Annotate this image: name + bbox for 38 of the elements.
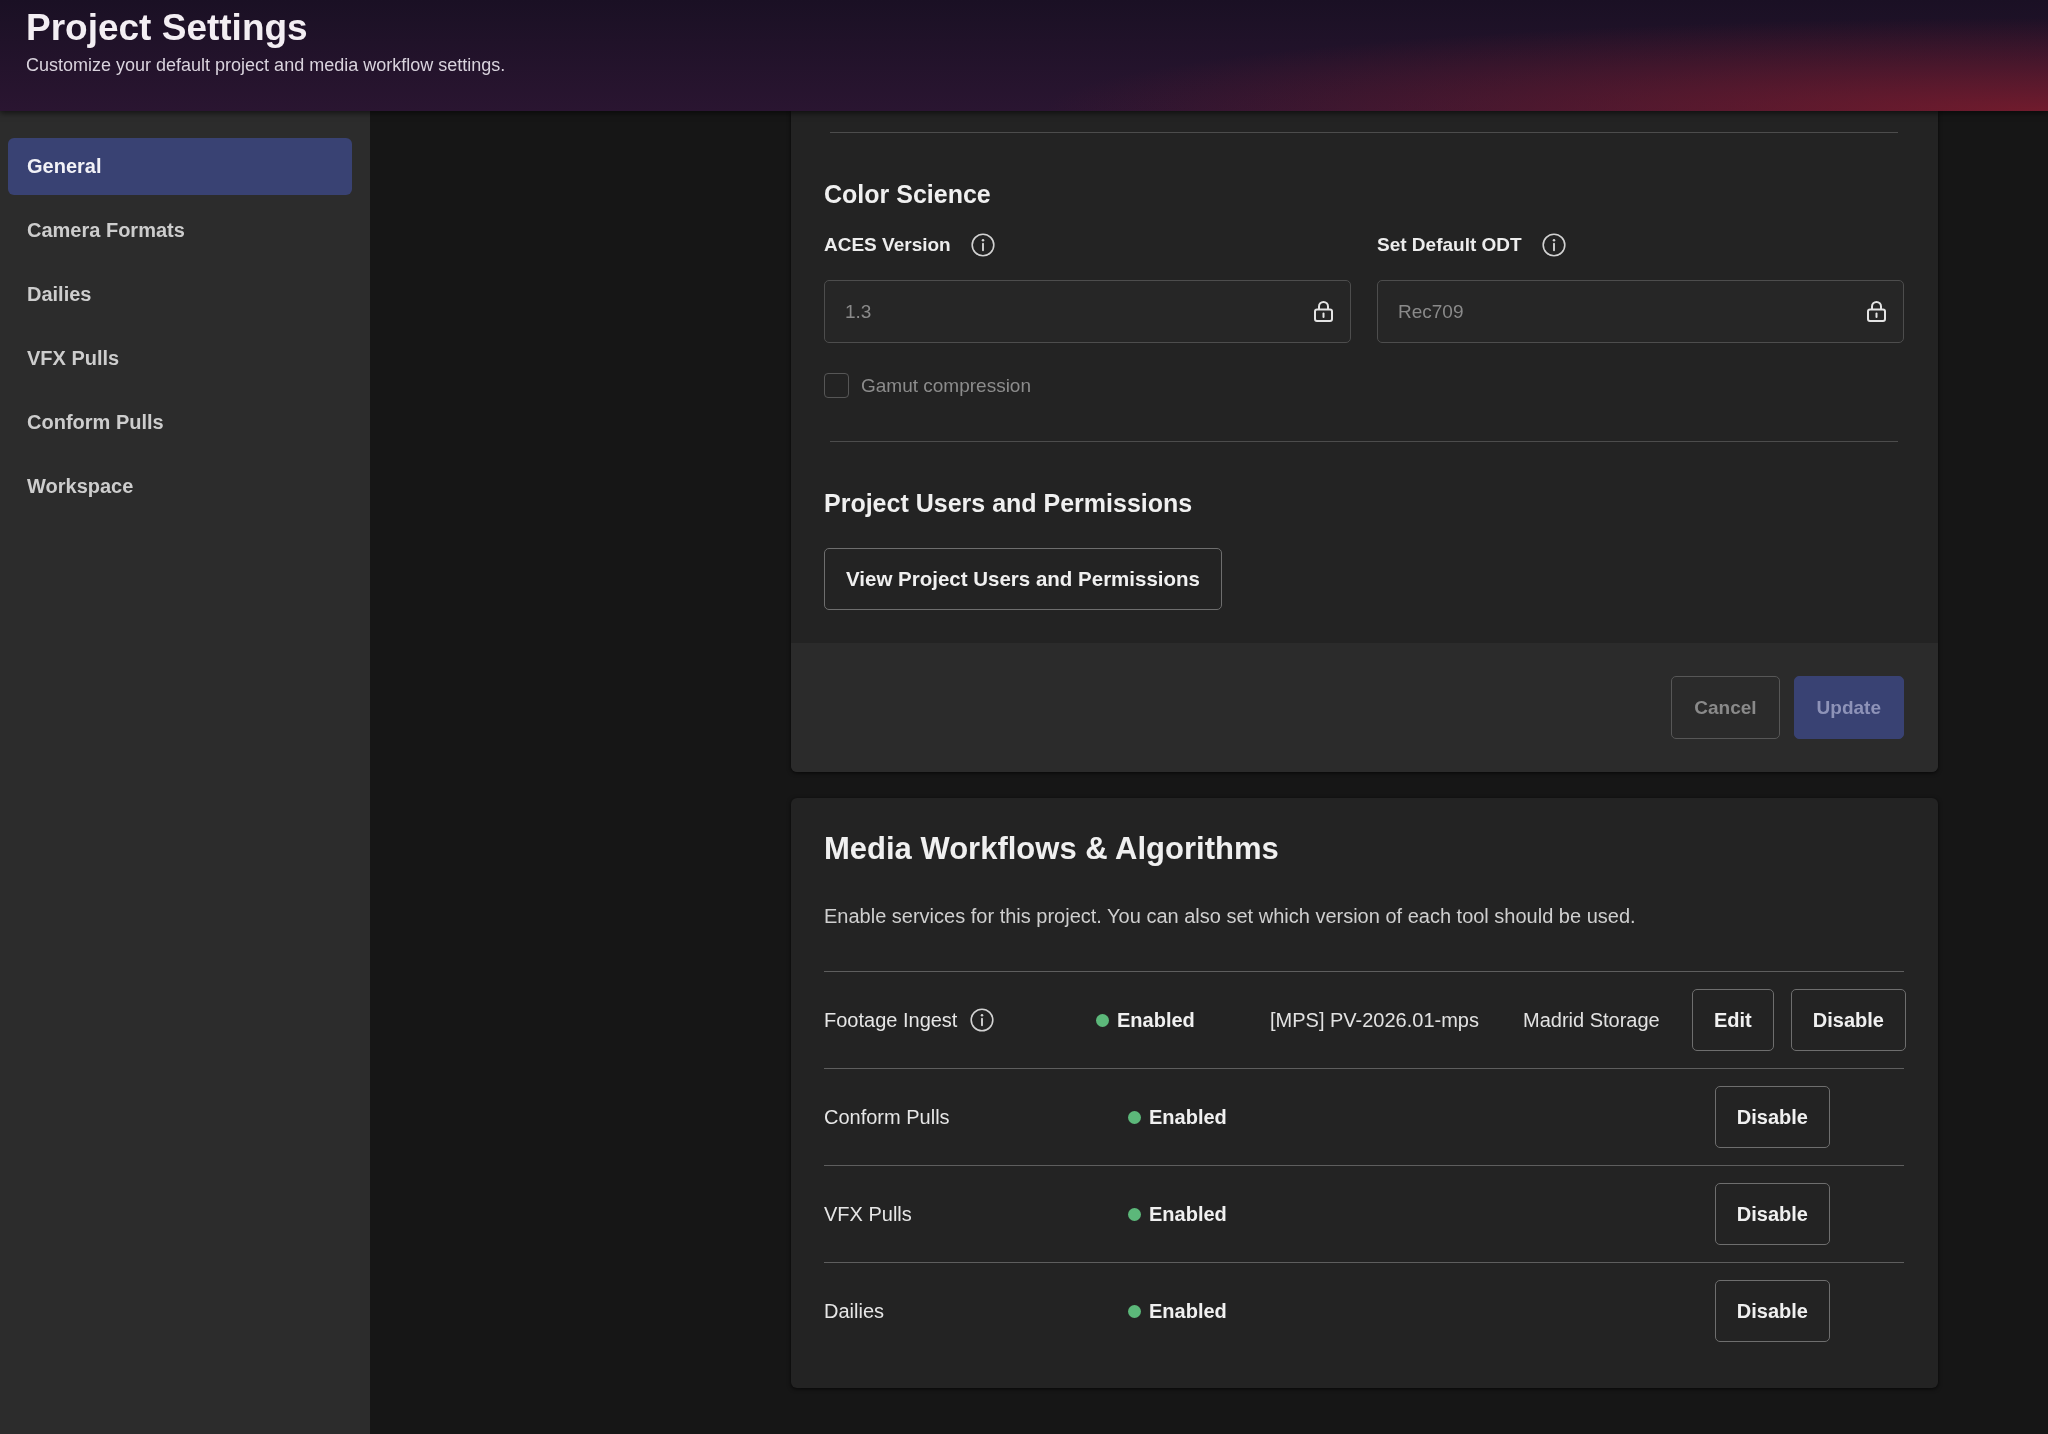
checkbox-label: Gamut compression xyxy=(861,374,1031,397)
page-title: Project Settings xyxy=(26,8,309,48)
action-button[interactable]: Disable xyxy=(1790,989,1906,1051)
sidebar-item[interactable]: VFX Pulls xyxy=(8,330,352,387)
view-permissions-button[interactable]: View Project Users and Permissions xyxy=(824,548,1222,610)
info-icon[interactable] xyxy=(970,1008,995,1032)
field-label: ACES Version xyxy=(824,234,951,256)
sidebar-item[interactable]: Camera Formats xyxy=(8,202,352,259)
sidebar-item[interactable]: Dailies xyxy=(8,266,352,323)
action-button[interactable]: Disable xyxy=(1714,1086,1830,1148)
sidebar-item[interactable]: Conform Pulls xyxy=(8,394,352,451)
section-title: Color Science xyxy=(824,179,992,209)
field-label: Set Default ODT xyxy=(1377,234,1522,256)
version-text: [MPS] PV-2026.01-mps xyxy=(1270,1008,1480,1032)
sidebar-item[interactable]: Workspace xyxy=(8,458,352,515)
status-label: Enabled xyxy=(1149,1105,1227,1129)
text-field[interactable]: 1.3 xyxy=(824,280,1351,343)
action-button[interactable]: Disable xyxy=(1714,1183,1830,1245)
info-icon[interactable] xyxy=(970,233,995,257)
lock-icon xyxy=(1314,300,1333,322)
service-name: Footage Ingest xyxy=(824,1008,958,1032)
action-button[interactable]: Edit xyxy=(1692,989,1774,1051)
section-title: Project Users and Permissions xyxy=(824,488,1194,518)
status-label: Enabled xyxy=(1149,1202,1227,1226)
service-name: VFX Pulls xyxy=(824,1202,912,1226)
lock-icon xyxy=(1867,300,1886,322)
section-description: Enable services for this project. You can also set which version of each tool should be used. xyxy=(824,904,1637,929)
storage-text: Madrid Storage xyxy=(1523,1008,1661,1032)
status-label: Enabled xyxy=(1117,1008,1195,1032)
sidebar-item[interactable]: General xyxy=(8,138,352,195)
service-name: Dailies xyxy=(824,1299,885,1323)
page-subtitle: Customize your default project and media workflow settings. xyxy=(26,54,507,77)
status-label: Enabled xyxy=(1149,1299,1227,1323)
info-icon[interactable] xyxy=(1541,233,1566,257)
service-name: Conform Pulls xyxy=(824,1105,950,1129)
section-title: Media Workflows & Algorithms xyxy=(824,830,1280,868)
text-field[interactable]: Rec709 xyxy=(1377,280,1904,343)
action-button[interactable]: Disable xyxy=(1714,1280,1830,1342)
